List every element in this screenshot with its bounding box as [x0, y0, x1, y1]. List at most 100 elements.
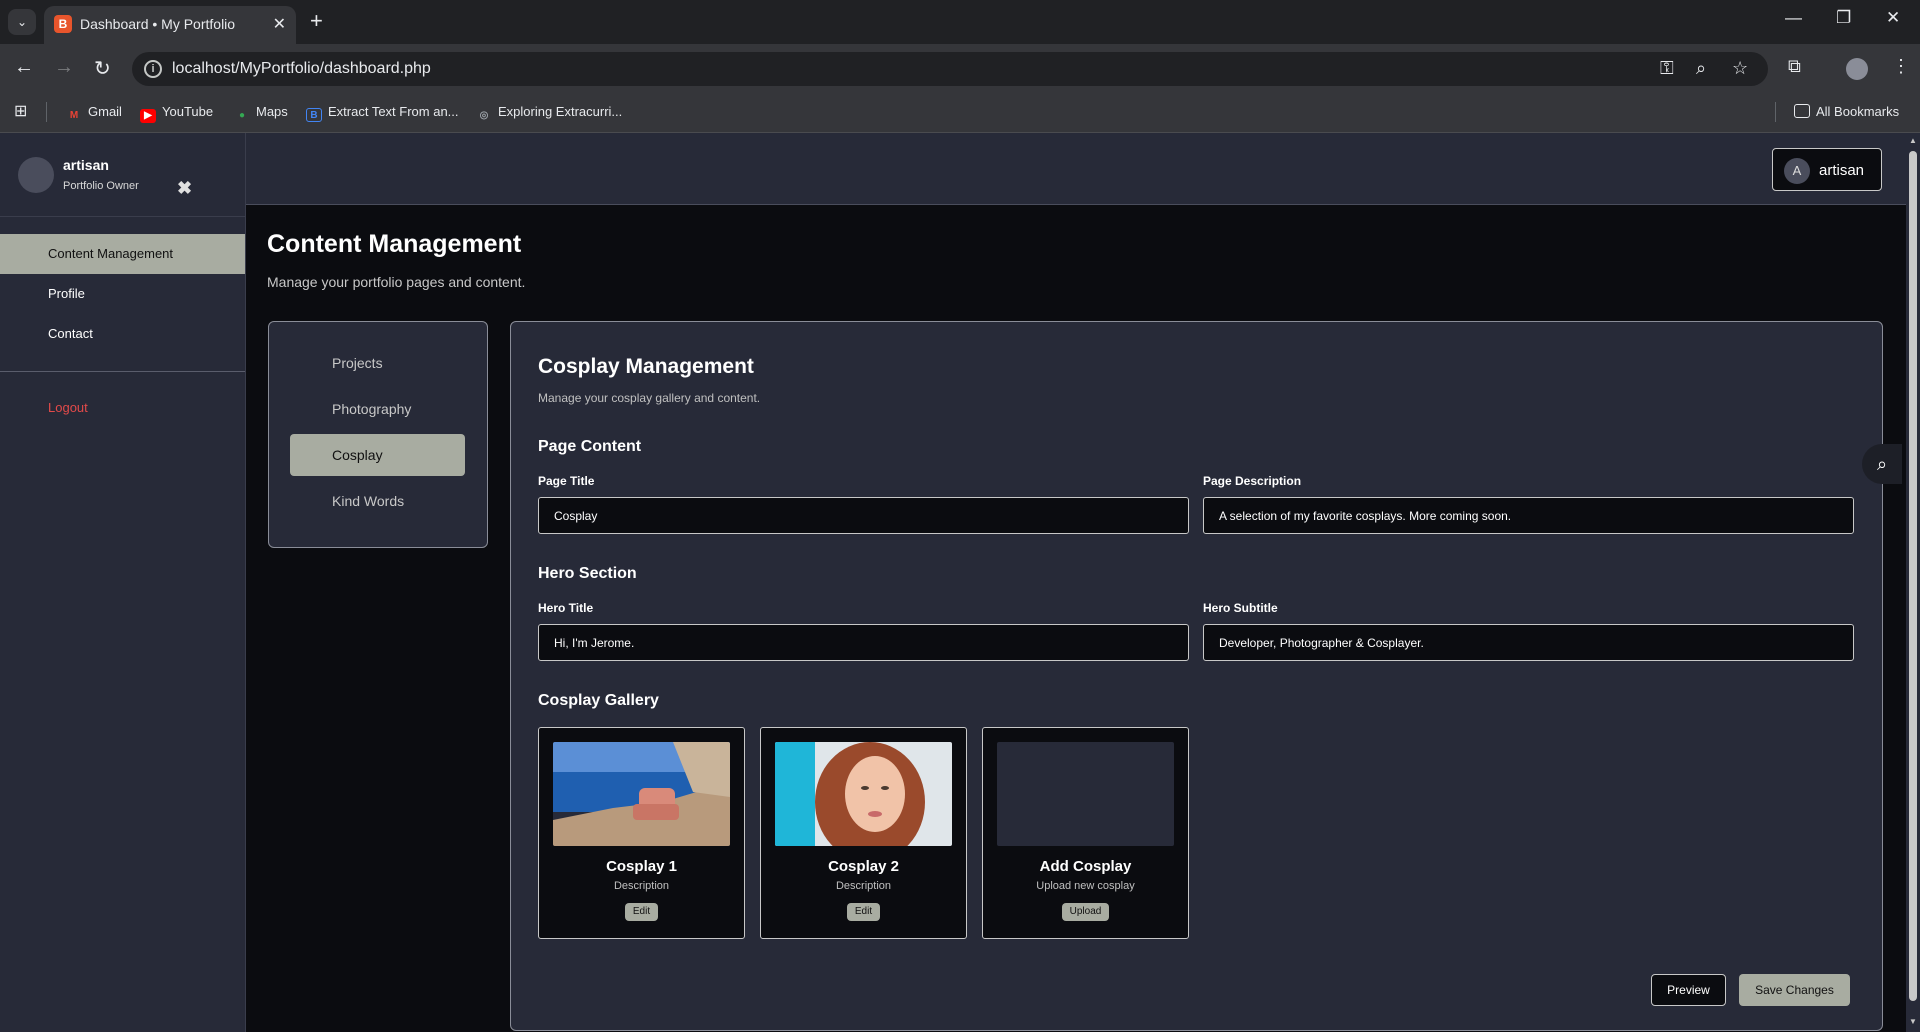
browser-tab[interactable]: B Dashboard • My Portfolio ✕ — [44, 6, 296, 44]
hero-title-input[interactable] — [538, 624, 1189, 661]
reload-icon[interactable]: ↻ — [94, 56, 111, 81]
avatar: A — [1784, 158, 1810, 184]
upload-button[interactable]: Upload — [1062, 903, 1109, 921]
main-area: A artisan Content Management Manage your… — [246, 133, 1906, 1032]
bookmark-youtube[interactable]: ▶ YouTube — [140, 104, 213, 123]
zoom-icon[interactable]: ⌕ — [1696, 58, 1706, 79]
all-bookmarks-label: All Bookmarks — [1816, 104, 1900, 119]
hero-subtitle-input[interactable] — [1203, 624, 1854, 661]
subnav-item-photography[interactable]: Photography — [290, 388, 465, 430]
minimize-icon[interactable]: — — [1785, 8, 1802, 28]
sidebar-item-profile[interactable]: Profile — [0, 274, 245, 314]
bookmark-exploring[interactable]: ◎ Exploring Extracurri... — [476, 104, 623, 123]
page-content-heading: Page Content — [538, 438, 642, 455]
page-title-label: Page Title — [538, 474, 595, 488]
scroll-up-icon[interactable]: ▲ — [1909, 136, 1917, 145]
card-description: Description — [613, 880, 670, 892]
page-description-input[interactable] — [1203, 497, 1854, 534]
sidebar-item-contact[interactable]: Contact — [0, 314, 245, 354]
card-description: Description — [835, 880, 892, 892]
bookmark-label: Exploring Extracurri... — [498, 104, 623, 119]
avatar — [18, 157, 54, 193]
page-subtitle: Manage your portfolio pages and content. — [267, 274, 526, 290]
bookmark-gmail[interactable]: M Gmail — [66, 104, 122, 123]
tab-title: Dashboard • My Portfolio — [80, 16, 236, 32]
image-placeholder — [997, 742, 1174, 846]
top-bar: A artisan — [246, 133, 1906, 205]
tab-list-button[interactable]: ⌄ — [8, 9, 36, 35]
browser-chrome: ⌄ B Dashboard • My Portfolio ✕ + — ❐ ✕ ←… — [0, 0, 1920, 133]
bookmarks-divider — [1775, 102, 1776, 122]
forward-arrow-icon[interactable]: → — [54, 56, 74, 79]
new-tab-plus-icon[interactable]: + — [310, 8, 323, 34]
sidebar-nav: Content Management Profile Contact — [0, 234, 245, 354]
card-title: Cosplay 2 — [828, 858, 899, 875]
subnav-item-projects[interactable]: Projects — [290, 342, 465, 384]
bookmark-label: Extract Text From an... — [328, 104, 459, 119]
card-description: Upload new cosplay — [1036, 880, 1135, 892]
logout-link[interactable]: Logout — [48, 400, 88, 415]
page-scrollbar[interactable]: ▲ ▼ — [1906, 133, 1920, 1032]
bookmark-label: Gmail — [88, 104, 122, 119]
add-cosplay-card[interactable]: Add Cosplay Upload new cosplay Upload — [982, 727, 1189, 939]
gmail-icon: M — [69, 110, 79, 121]
cosplay-card: Cosplay 1 Description Edit — [538, 727, 745, 939]
scroll-down-icon[interactable]: ▼ — [1909, 1017, 1917, 1026]
bookmarks-divider — [46, 102, 47, 122]
browser-toolbar: ← → ↻ i localhost/MyPortfolio/dashboard.… — [0, 44, 1920, 94]
edit-button[interactable]: Edit — [847, 903, 880, 921]
user-menu-button[interactable]: A artisan — [1772, 148, 1882, 191]
subnav-item-cosplay[interactable]: Cosplay — [290, 434, 465, 476]
youtube-icon: ▶ — [140, 109, 156, 123]
extract-text-icon: B — [306, 108, 322, 122]
bookmark-extract-text[interactable]: B Extract Text From an... — [306, 104, 459, 122]
card-title: Add Cosplay — [1039, 858, 1132, 875]
more-menu-icon[interactable]: ⋮ — [1892, 56, 1910, 77]
profile-avatar-icon[interactable] — [1846, 58, 1868, 80]
key-icon[interactable]: ⚿ — [1660, 58, 1674, 79]
sidebar-item-content-management[interactable]: Content Management — [0, 234, 245, 274]
hero-subtitle-label: Hero Subtitle — [1203, 601, 1278, 615]
save-changes-button[interactable]: Save Changes — [1739, 974, 1850, 1006]
scrollbar-thumb[interactable] — [1909, 151, 1917, 1001]
site-info-icon[interactable]: i — [144, 60, 162, 78]
bookmark-maps[interactable]: ● Maps — [234, 104, 288, 123]
edit-button[interactable]: Edit — [625, 903, 658, 921]
back-arrow-icon[interactable]: ← — [14, 56, 34, 79]
code-inspect-icon[interactable]: ⌕ — [1862, 444, 1902, 484]
sidebar-divider — [0, 371, 245, 372]
user-menu-name: artisan — [1819, 162, 1865, 179]
cosplay-management-panel: Cosplay Management Manage your cosplay g… — [510, 321, 1883, 1031]
sidebar: artisan Portfolio Owner ✖ Content Manage… — [0, 133, 246, 1032]
url-text[interactable]: localhost/MyPortfolio/dashboard.php — [172, 60, 431, 78]
chevron-down-icon: ⌄ — [16, 15, 28, 29]
sidebar-user-role: Portfolio Owner — [63, 180, 139, 192]
bookmarks-bar: ⊞ M Gmail ▶ YouTube ● Maps B Extract Text Fr… — [0, 94, 1920, 133]
maps-icon: ● — [238, 110, 246, 121]
apps-grid-icon[interactable]: ⊞ — [14, 101, 27, 121]
close-window-icon[interactable]: ✕ — [1886, 8, 1900, 28]
sidebar-user-name: artisan — [63, 157, 109, 173]
bookmark-label: YouTube — [162, 104, 214, 119]
content-area: Content Management Manage your portfolio… — [246, 206, 1906, 1032]
page-description-label: Page Description — [1203, 474, 1302, 488]
preview-button[interactable]: Preview — [1651, 974, 1726, 1006]
bookmark-label: Maps — [256, 104, 288, 119]
card-title: Cosplay 1 — [606, 858, 677, 875]
sidebar-profile: artisan Portfolio Owner ✖ — [0, 133, 245, 217]
page-title-input[interactable] — [538, 497, 1189, 534]
close-sidebar-icon[interactable]: ✖ — [177, 178, 192, 199]
restore-icon[interactable]: ❐ — [1836, 8, 1851, 28]
hero-section-heading: Hero Section — [538, 565, 637, 582]
cosplay-image — [553, 742, 730, 846]
dashboard-app: artisan Portfolio Owner ✖ Content Manage… — [0, 133, 1920, 1032]
extensions-icon[interactable]: ⧉ — [1788, 56, 1801, 77]
tab-close-icon[interactable]: ✕ — [273, 14, 286, 34]
address-bar[interactable]: i localhost/MyPortfolio/dashboard.php ⚿ … — [132, 52, 1768, 86]
all-bookmarks[interactable]: All Bookmarks — [1794, 104, 1899, 119]
globe-icon: ◎ — [479, 110, 489, 121]
page-title: Content Management — [267, 230, 522, 258]
subnav-item-kind-words[interactable]: Kind Words — [290, 480, 465, 522]
star-bookmark-icon[interactable]: ☆ — [1732, 58, 1748, 79]
panel-title: Cosplay Management — [538, 355, 754, 378]
